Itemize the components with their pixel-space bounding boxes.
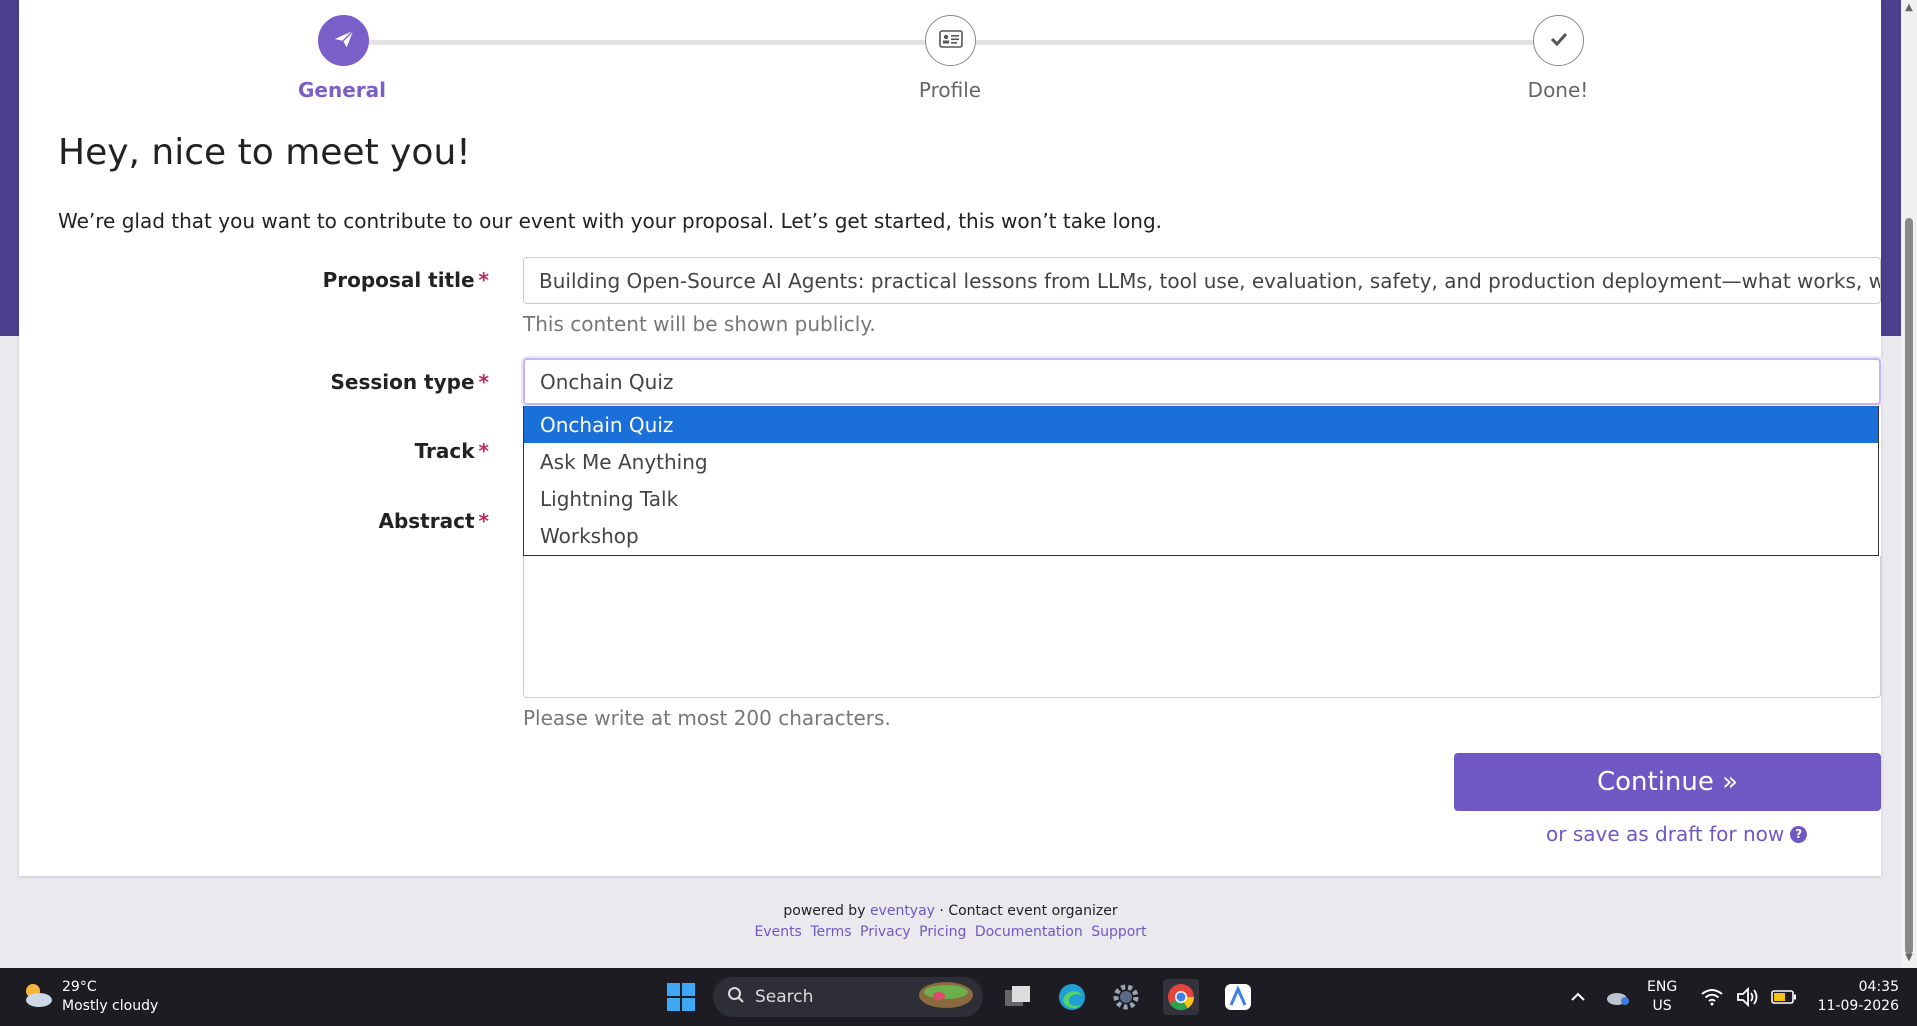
app-a-icon[interactable] (1220, 979, 1256, 1015)
paper-plane-icon (333, 28, 355, 54)
wifi-icon[interactable] (1694, 979, 1730, 1015)
page-scrollbar[interactable]: ▲ ▼ (1901, 0, 1917, 968)
step-general[interactable] (318, 15, 369, 66)
search-label: Search (755, 987, 814, 1007)
weather-temp: 29°C (62, 979, 97, 995)
proposal-title-label-text: Proposal title (322, 268, 475, 292)
clock-date: 11-09-2026 (1817, 998, 1899, 1014)
search-highlight-icon (917, 980, 975, 1015)
weather-widget[interactable]: 29°C Mostly cloudy (20, 978, 158, 1016)
dropdown-option[interactable]: Workshop (524, 517, 1878, 554)
dropdown-option[interactable]: Ask Me Anything (524, 443, 1878, 480)
footer-link-privacy[interactable]: Privacy (860, 924, 911, 940)
language-region: US (1652, 998, 1672, 1014)
track-label: Track * (19, 439, 489, 463)
proposal-title-input[interactable]: Building Open-Source AI Agents: practica… (523, 257, 1881, 304)
windows-start-icon[interactable] (663, 979, 699, 1015)
scroll-up-icon[interactable]: ▲ (1901, 2, 1917, 16)
footer-link-terms[interactable]: Terms (810, 924, 851, 940)
page-title: Hey, nice to meet you! (58, 132, 471, 173)
session-type-label-text: Session type (330, 370, 475, 394)
abstract-label: Abstract * (19, 509, 489, 533)
step-done[interactable] (1533, 15, 1584, 66)
chrome-browser-icon[interactable] (1163, 979, 1199, 1015)
settings-gear-icon[interactable] (1108, 979, 1144, 1015)
dropdown-option[interactable]: Lightning Talk (524, 480, 1878, 517)
taskbar: 29°C Mostly cloudy Search ENG US 04:35 1… (0, 968, 1917, 1026)
taskbar-search[interactable]: Search (713, 977, 983, 1017)
scroll-thumb[interactable] (1905, 218, 1913, 954)
step-label-done: Done! (1527, 78, 1589, 102)
proposal-title-label: Proposal title * (19, 268, 489, 292)
scroll-down-icon[interactable]: ▼ (1901, 952, 1917, 966)
volume-icon[interactable] (1730, 979, 1766, 1015)
search-icon (727, 986, 745, 1009)
clock-time: 04:35 (1858, 979, 1899, 995)
form-card: General Profile Done! Hey, nice to meet … (19, 0, 1881, 876)
cloudy-weather-icon (20, 980, 54, 1014)
language-indicator[interactable]: ENG US (1647, 978, 1677, 1016)
save-draft-link[interactable]: or save as draft for now ? (1546, 822, 1808, 846)
session-type-select[interactable]: Onchain Quiz (523, 358, 1881, 405)
footer-powered: powered by eventyay · Contact event orga… (0, 903, 1901, 919)
taskbar-clock[interactable]: 04:35 11-09-2026 (1818, 978, 1899, 1016)
continue-button[interactable]: Continue » (1454, 753, 1881, 811)
language-code: ENG (1647, 979, 1678, 995)
task-view-icon[interactable] (1000, 979, 1036, 1015)
dropdown-option[interactable]: Onchain Quiz (524, 406, 1878, 443)
required-marker: * (478, 439, 489, 463)
edge-browser-icon[interactable] (1054, 979, 1090, 1015)
onedrive-cloud-icon[interactable] (1600, 979, 1636, 1015)
question-icon[interactable]: ? (1790, 825, 1808, 843)
step-label-general: General (298, 78, 386, 102)
footer-link-events[interactable]: Events (754, 924, 801, 940)
eventyay-link[interactable]: eventyay (870, 903, 935, 919)
proposal-title-help: This content will be shown publicly. (523, 312, 876, 336)
required-marker: * (478, 370, 489, 394)
abstract-textarea[interactable] (523, 556, 1881, 698)
weather-desc: Mostly cloudy (62, 998, 159, 1014)
footer-link-support[interactable]: Support (1091, 924, 1146, 940)
contact-organizer-link[interactable]: · Contact event organizer (939, 903, 1117, 919)
stepper-line (341, 40, 975, 45)
id-card-icon (938, 29, 963, 52)
abstract-help: Please write at most 200 characters. (523, 706, 891, 730)
abstract-label-text: Abstract (378, 509, 475, 533)
required-marker: * (478, 268, 489, 292)
session-type-dropdown: Onchain Quiz Ask Me Anything Lightning T… (523, 406, 1879, 556)
footer-link-pricing[interactable]: Pricing (919, 924, 966, 940)
battery-icon[interactable] (1766, 979, 1802, 1015)
footer-links: Events Terms Privacy Pricing Documentati… (0, 924, 1901, 940)
step-profile[interactable] (925, 15, 976, 66)
step-label-profile: Profile (918, 78, 982, 102)
track-label-text: Track (414, 439, 475, 463)
chevron-up-icon[interactable] (1560, 979, 1596, 1015)
check-icon (1550, 31, 1568, 50)
session-type-label: Session type * (19, 370, 489, 394)
required-marker: * (478, 509, 489, 533)
stepper-line (967, 40, 1553, 45)
save-draft-label: or save as draft for now (1546, 822, 1785, 846)
footer-link-documentation[interactable]: Documentation (975, 924, 1083, 940)
powered-by-text: powered by (783, 903, 866, 919)
intro-text: We’re glad that you want to contribute t… (58, 209, 1163, 233)
